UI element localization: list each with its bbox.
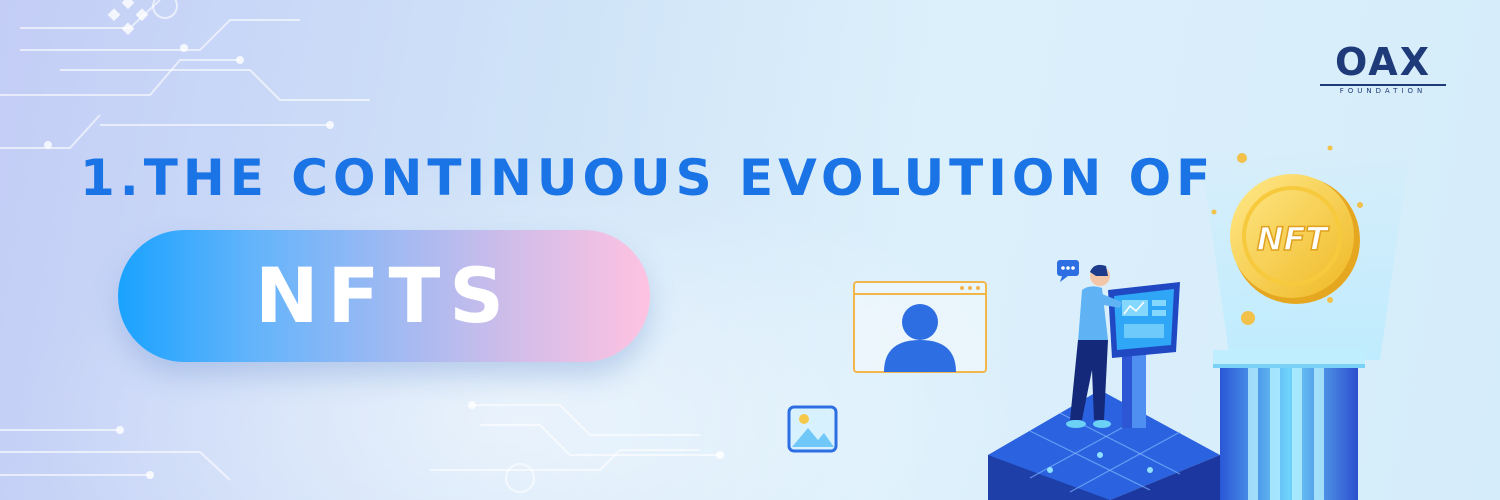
- nft-coin-label: NFT: [1257, 220, 1330, 258]
- highlight-pill: NFTS: [118, 230, 650, 362]
- banner: OAX FOUNDATION 1.THE CONTINUOUS EVOLUTIO…: [0, 0, 1500, 500]
- user-profile-icon: [853, 281, 987, 373]
- highlight-pill-text: NFTS: [254, 251, 514, 340]
- logo-wordmark: OAX: [1335, 40, 1431, 84]
- chat-icon: [1057, 260, 1079, 282]
- image-icon: [787, 405, 838, 453]
- logo-divider: [1320, 84, 1446, 86]
- oax-foundation-logo: OAX FOUNDATION: [1320, 40, 1446, 100]
- logo-subtext: FOUNDATION: [1339, 87, 1427, 95]
- headline: 1.THE CONTINUOUS EVOLUTION OF: [80, 149, 1216, 207]
